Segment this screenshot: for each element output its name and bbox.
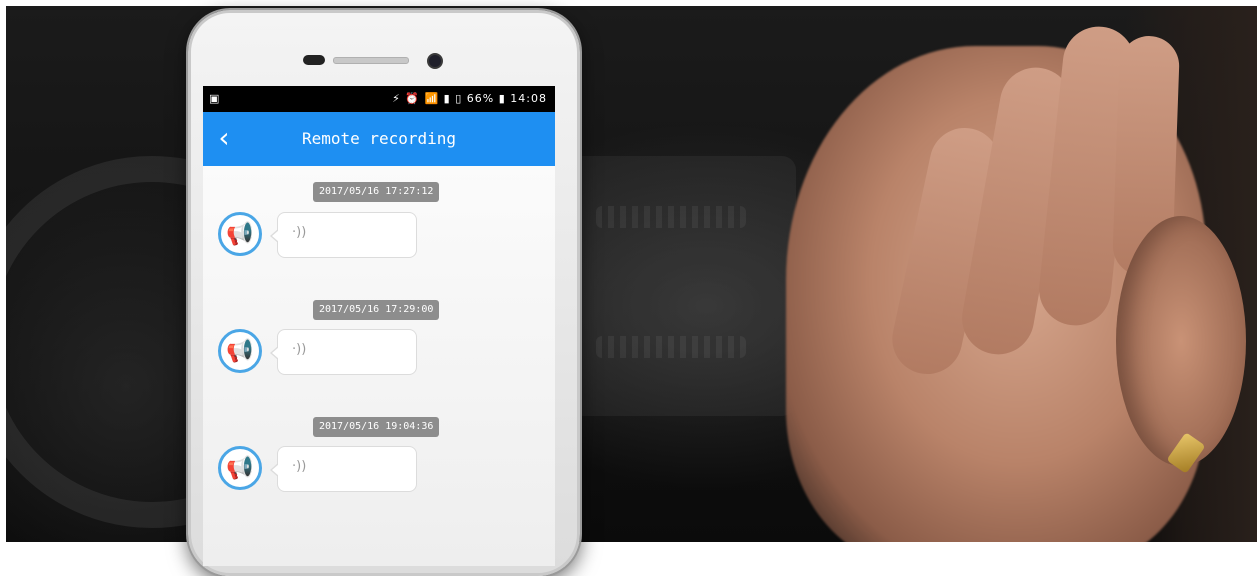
sim-icon: ▣ (209, 92, 220, 105)
air-vent (596, 206, 746, 228)
voice-wave-icon: ·)) (292, 459, 307, 474)
air-vent (596, 336, 746, 358)
phone: ▣ ⚡ ⏰ 📶 ▮ ▯ 66% ▮ 14:08 ‹ Remote recordi… (188, 10, 580, 576)
proximity-sensor (303, 55, 325, 65)
voice-wave-icon: ·)) (292, 342, 307, 357)
status-time: 14:08 (510, 92, 547, 105)
earpiece-speaker (333, 57, 409, 64)
front-camera (427, 53, 443, 69)
app-bar: ‹ Remote recording (203, 112, 555, 166)
megaphone-icon[interactable]: 📢 (218, 212, 262, 256)
recording-list[interactable]: 2017/05/16 17:27:12 📢 ·)) 2017/05/16 17:… (203, 166, 555, 566)
voice-message-bubble[interactable]: ·)) (270, 212, 417, 258)
voice-wave-icon: ·)) (292, 225, 307, 240)
phone-screen: ▣ ⚡ ⏰ 📶 ▮ ▯ 66% ▮ 14:08 ‹ Remote recordi… (203, 86, 555, 566)
page-title: Remote recording (301, 129, 457, 148)
voice-message-bubble[interactable]: ·)) (270, 329, 417, 375)
timestamp: 2017/05/16 19:04:36 (313, 417, 440, 437)
megaphone-icon[interactable]: 📢 (218, 446, 262, 490)
timestamp: 2017/05/16 17:27:12 (313, 182, 440, 202)
status-icons-text: ⚡ ⏰ 📶 ▮ ▯ 66% ▮ (392, 92, 506, 105)
dashboard-panel (566, 156, 796, 416)
status-icons: ⚡ ⏰ 📶 ▮ ▯ 66% ▮ 14:08 (392, 86, 547, 112)
megaphone-icon[interactable]: 📢 (218, 329, 262, 373)
voice-message-bubble[interactable]: ·)) (270, 446, 417, 492)
timestamp: 2017/05/16 17:29:00 (313, 300, 440, 320)
ear (1116, 216, 1246, 466)
status-bar: ▣ ⚡ ⏰ 📶 ▮ ▯ 66% ▮ 14:08 (203, 86, 555, 112)
